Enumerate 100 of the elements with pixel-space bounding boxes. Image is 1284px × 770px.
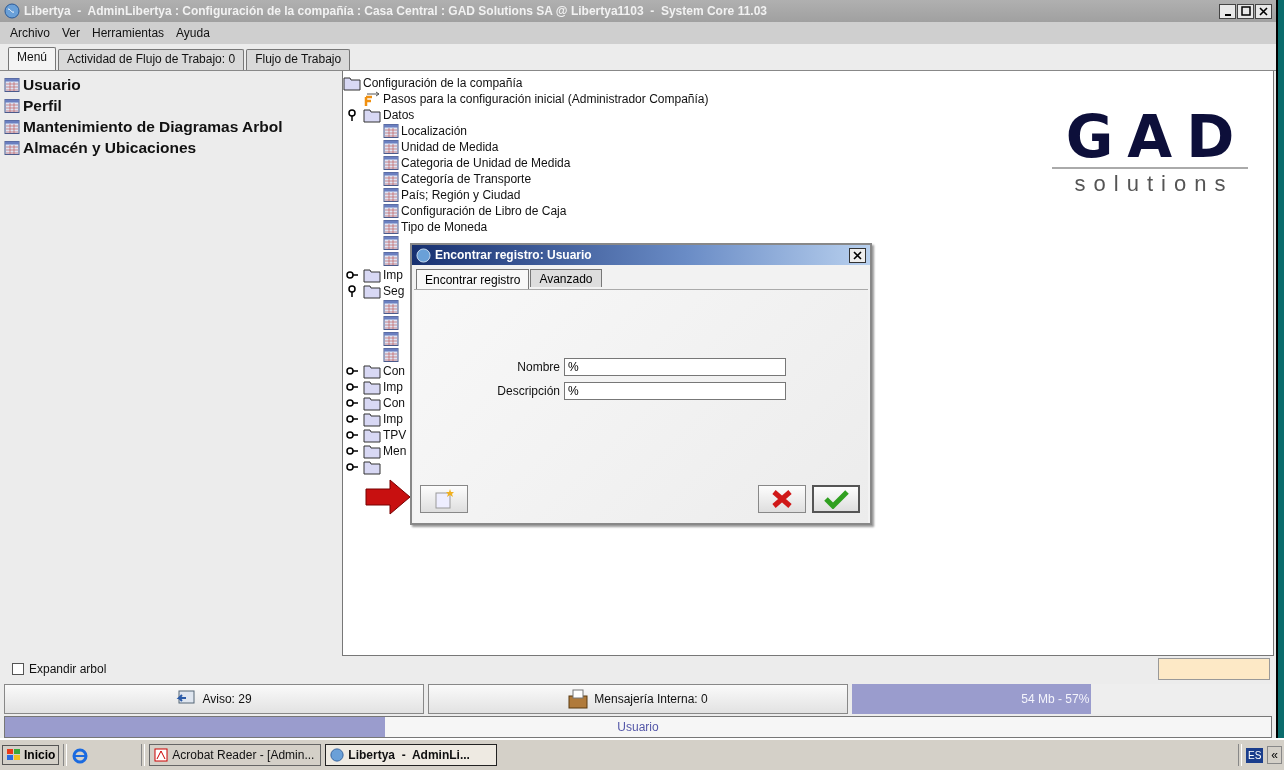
window-icon — [383, 347, 399, 363]
checkbox-label: Expandir arbol — [29, 662, 107, 676]
field-label: Nombre — [516, 360, 560, 374]
globe-icon — [330, 748, 345, 762]
menu-item[interactable]: Ayuda — [176, 26, 210, 40]
arrow-icon — [365, 478, 411, 516]
window-icon — [4, 77, 20, 93]
tab[interactable]: Avanzado — [530, 269, 602, 287]
favorite-item[interactable]: Almacén y Ubicaciones — [23, 139, 197, 157]
collapsed-knob-icon[interactable] — [346, 461, 358, 473]
collapsed-knob-icon[interactable] — [346, 269, 358, 281]
window-icon — [383, 139, 399, 155]
folder-icon — [363, 459, 381, 475]
expanded-knob-icon[interactable] — [346, 285, 358, 297]
input-field[interactable]: % — [564, 382, 786, 400]
expanded-knob-icon[interactable] — [346, 109, 358, 121]
window-icon — [383, 187, 399, 203]
window-title: Libertya - AdminLibertya : Configuración de la compañía : Casa Central : GAD Solutions SA @ Libertya1103 - System Core 11.03 — [24, 4, 768, 18]
tree-item[interactable]: Localización — [401, 124, 468, 138]
favorite-item[interactable]: Mantenimiento de Diagramas Arbol — [23, 118, 283, 136]
browser-icon[interactable] — [71, 746, 90, 764]
folder-icon — [363, 427, 381, 443]
collapsed-knob-icon[interactable] — [346, 429, 358, 441]
window-icon — [383, 203, 399, 219]
menu-item[interactable]: Ver — [62, 26, 81, 40]
folder-icon — [363, 107, 381, 123]
notices-button[interactable]: Aviso: 29 — [4, 684, 424, 714]
tree-item[interactable]: Configuración de Libro de Caja — [401, 204, 567, 218]
folder-icon — [363, 267, 381, 283]
tree-item[interactable]: País; Región y Ciudad — [401, 188, 521, 202]
close-button[interactable] — [1255, 3, 1272, 19]
close-icon — [853, 250, 862, 260]
tree-item[interactable]: Categoría de Transporte — [401, 172, 532, 186]
dialog-title: Encontrar registro: Usuario — [435, 248, 593, 262]
tree-item[interactable]: Imp — [383, 268, 403, 282]
tree-item[interactable]: Categoria de Unidad de Medida — [401, 156, 571, 170]
minimize-button[interactable] — [1219, 3, 1236, 19]
ok-button[interactable] — [812, 485, 860, 513]
folder-icon — [363, 283, 381, 299]
tree-item[interactable]: Unidad de Medida — [401, 140, 499, 154]
tab[interactable]: Actividad de Flujo de Trabajo: 0 — [58, 49, 245, 70]
messages-button[interactable]: Mensajería Interna: 0 — [428, 684, 848, 714]
field-label: Descripción — [496, 384, 560, 398]
window-icon — [383, 251, 399, 267]
tab[interactable]: Encontrar registro — [416, 269, 530, 289]
tree-item[interactable]: Men — [383, 444, 407, 458]
tree-item[interactable]: Imp — [383, 380, 403, 394]
new-record-button[interactable] — [420, 485, 468, 513]
tree-item[interactable]: Seg — [383, 284, 405, 298]
taskbar-button[interactable]: Acrobat Reader - [Admin... — [149, 744, 322, 766]
collapsed-knob-icon[interactable] — [346, 413, 358, 425]
tree-item[interactable]: Pasos para la configuración inicial (Administrador Compañía) — [383, 92, 709, 106]
minimize-icon — [1224, 13, 1231, 16]
taskbar-button[interactable]: Libertya - AdminLi... — [325, 744, 498, 766]
folder-icon — [363, 411, 381, 427]
window-icon — [4, 98, 20, 114]
logo: GAD — [1051, 107, 1249, 169]
favorite-item[interactable]: Usuario — [23, 76, 81, 94]
tree-item[interactable]: Tipo de Moneda — [401, 220, 488, 234]
tree-item[interactable]: Con — [383, 364, 405, 378]
wizard-icon — [363, 91, 381, 107]
menu-item[interactable]: Herramientas — [92, 26, 165, 40]
tree-item[interactable]: Datos — [383, 108, 415, 122]
new-document-icon — [433, 488, 455, 510]
folder-icon — [363, 395, 381, 411]
folder-icon — [363, 363, 381, 379]
logo-tagline: solutions — [1073, 170, 1234, 198]
window-icon — [383, 155, 399, 171]
globe-icon — [416, 247, 431, 263]
input-field[interactable]: % — [564, 358, 786, 376]
window-icon — [4, 140, 20, 156]
collapsed-knob-icon[interactable] — [346, 365, 358, 377]
tab[interactable]: Flujo de Trabajo — [246, 49, 351, 70]
menu-item[interactable]: Archivo — [10, 26, 50, 40]
cancel-button[interactable] — [758, 485, 806, 513]
tree-item[interactable]: Con — [383, 396, 405, 410]
tray-button[interactable]: « — [1267, 746, 1282, 764]
folder-icon — [363, 443, 381, 459]
close-button[interactable] — [849, 247, 866, 263]
mailbox-icon — [568, 689, 589, 709]
window-icon — [383, 331, 399, 347]
tree-item[interactable]: Configuración de la compañía — [363, 76, 523, 90]
tab[interactable]: Menú — [8, 47, 57, 70]
folder-icon — [343, 75, 361, 91]
tree-item[interactable]: Imp — [383, 412, 403, 426]
collapsed-knob-icon[interactable] — [346, 381, 358, 393]
window-icon — [383, 171, 399, 187]
window-icon — [383, 123, 399, 139]
language-indicator[interactable]: ES — [1245, 747, 1264, 763]
collapsed-knob-icon[interactable] — [346, 445, 358, 457]
window-icon — [383, 299, 399, 315]
tree-item[interactable]: TPV — [383, 428, 407, 442]
favorite-item[interactable]: Perfil — [23, 97, 62, 115]
document-icon — [154, 748, 169, 762]
start-button[interactable]: Inicio — [2, 745, 60, 765]
maximize-button[interactable] — [1237, 3, 1254, 19]
globe-icon — [4, 3, 20, 19]
checkbox[interactable] — [12, 663, 24, 675]
window-icon — [4, 119, 20, 135]
collapsed-knob-icon[interactable] — [346, 397, 358, 409]
